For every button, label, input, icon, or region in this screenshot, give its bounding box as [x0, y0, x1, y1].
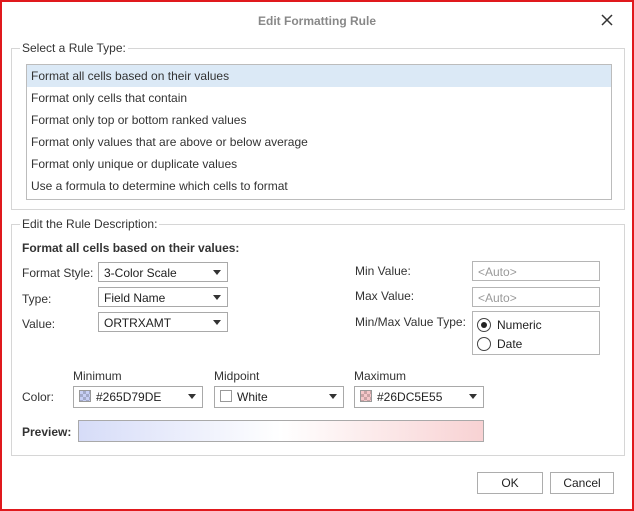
minmax-type-radio-group: Numeric Date — [472, 311, 600, 355]
value-dropdown[interactable]: ORTRXAMT — [98, 312, 228, 332]
midpoint-color-dropdown[interactable]: White — [214, 386, 344, 408]
color-swatch-icon — [360, 390, 372, 402]
radio-numeric-label: Numeric — [497, 318, 542, 332]
dialog-title: Edit Formatting Rule — [258, 14, 376, 28]
minmax-type-label: Min/Max Value Type: — [355, 315, 466, 329]
rule-type-item[interactable]: Format all cells based on their values — [27, 65, 611, 87]
value-label: Value: — [22, 317, 56, 331]
minimum-label: Minimum — [73, 369, 122, 383]
value-value: ORTRXAMT — [104, 316, 172, 330]
radio-unselected-icon — [477, 337, 491, 351]
chevron-down-icon — [329, 394, 337, 399]
rule-type-item[interactable]: Format only top or bottom ranked values — [27, 109, 611, 131]
min-value-label: Min Value: — [355, 264, 411, 278]
radio-selected-icon — [477, 318, 491, 332]
max-value-input[interactable]: <Auto> — [472, 287, 600, 307]
rule-description-group-label: Edit the Rule Description: — [20, 217, 160, 231]
minimum-color-dropdown[interactable]: #265D79DE — [73, 386, 203, 408]
maximum-color-value: #26DC5E55 — [377, 390, 443, 404]
chevron-down-icon — [469, 394, 477, 399]
midpoint-label: Midpoint — [214, 369, 260, 383]
rule-type-item[interactable]: Format only values that are above or bel… — [27, 131, 611, 153]
close-icon — [601, 14, 613, 26]
min-value-input[interactable]: <Auto> — [472, 261, 600, 281]
radio-date-label: Date — [497, 337, 523, 351]
description-heading: Format all cells based on their values: — [22, 241, 240, 255]
color-label: Color: — [22, 390, 55, 404]
close-button[interactable] — [598, 11, 616, 29]
rule-type-item[interactable]: Format only cells that contain — [27, 87, 611, 109]
chevron-down-icon — [213, 320, 221, 325]
format-style-label: Format Style: — [22, 266, 94, 280]
ok-button[interactable]: OK — [477, 472, 543, 494]
color-swatch-icon — [79, 390, 91, 402]
preview-gradient-bar — [78, 420, 484, 442]
color-swatch-icon — [220, 390, 232, 402]
cancel-button[interactable]: Cancel — [550, 472, 614, 494]
type-dropdown[interactable]: Field Name — [98, 287, 228, 307]
rule-type-item[interactable]: Use a formula to determine which cells t… — [27, 175, 611, 197]
type-label: Type: — [22, 292, 52, 306]
chevron-down-icon — [213, 295, 221, 300]
rule-type-group-label: Select a Rule Type: — [20, 41, 128, 55]
edit-formatting-rule-dialog: Edit Formatting Rule Select a Rule Type:… — [0, 0, 634, 511]
max-value-label: Max Value: — [355, 289, 415, 303]
rule-type-item[interactable]: Format only unique or duplicate values — [27, 153, 611, 175]
format-style-dropdown[interactable]: 3-Color Scale — [98, 262, 228, 282]
chevron-down-icon — [213, 270, 221, 275]
maximum-label: Maximum — [354, 369, 407, 383]
preview-label: Preview: — [22, 425, 72, 439]
minimum-color-value: #265D79DE — [96, 390, 162, 404]
title-bar: Edit Formatting Rule — [2, 2, 632, 40]
format-style-value: 3-Color Scale — [104, 266, 177, 280]
rule-type-list: Format all cells based on their values F… — [26, 64, 612, 200]
type-value: Field Name — [104, 291, 166, 305]
chevron-down-icon — [188, 394, 196, 399]
maximum-color-dropdown[interactable]: #26DC5E55 — [354, 386, 484, 408]
midpoint-color-value: White — [237, 390, 268, 404]
